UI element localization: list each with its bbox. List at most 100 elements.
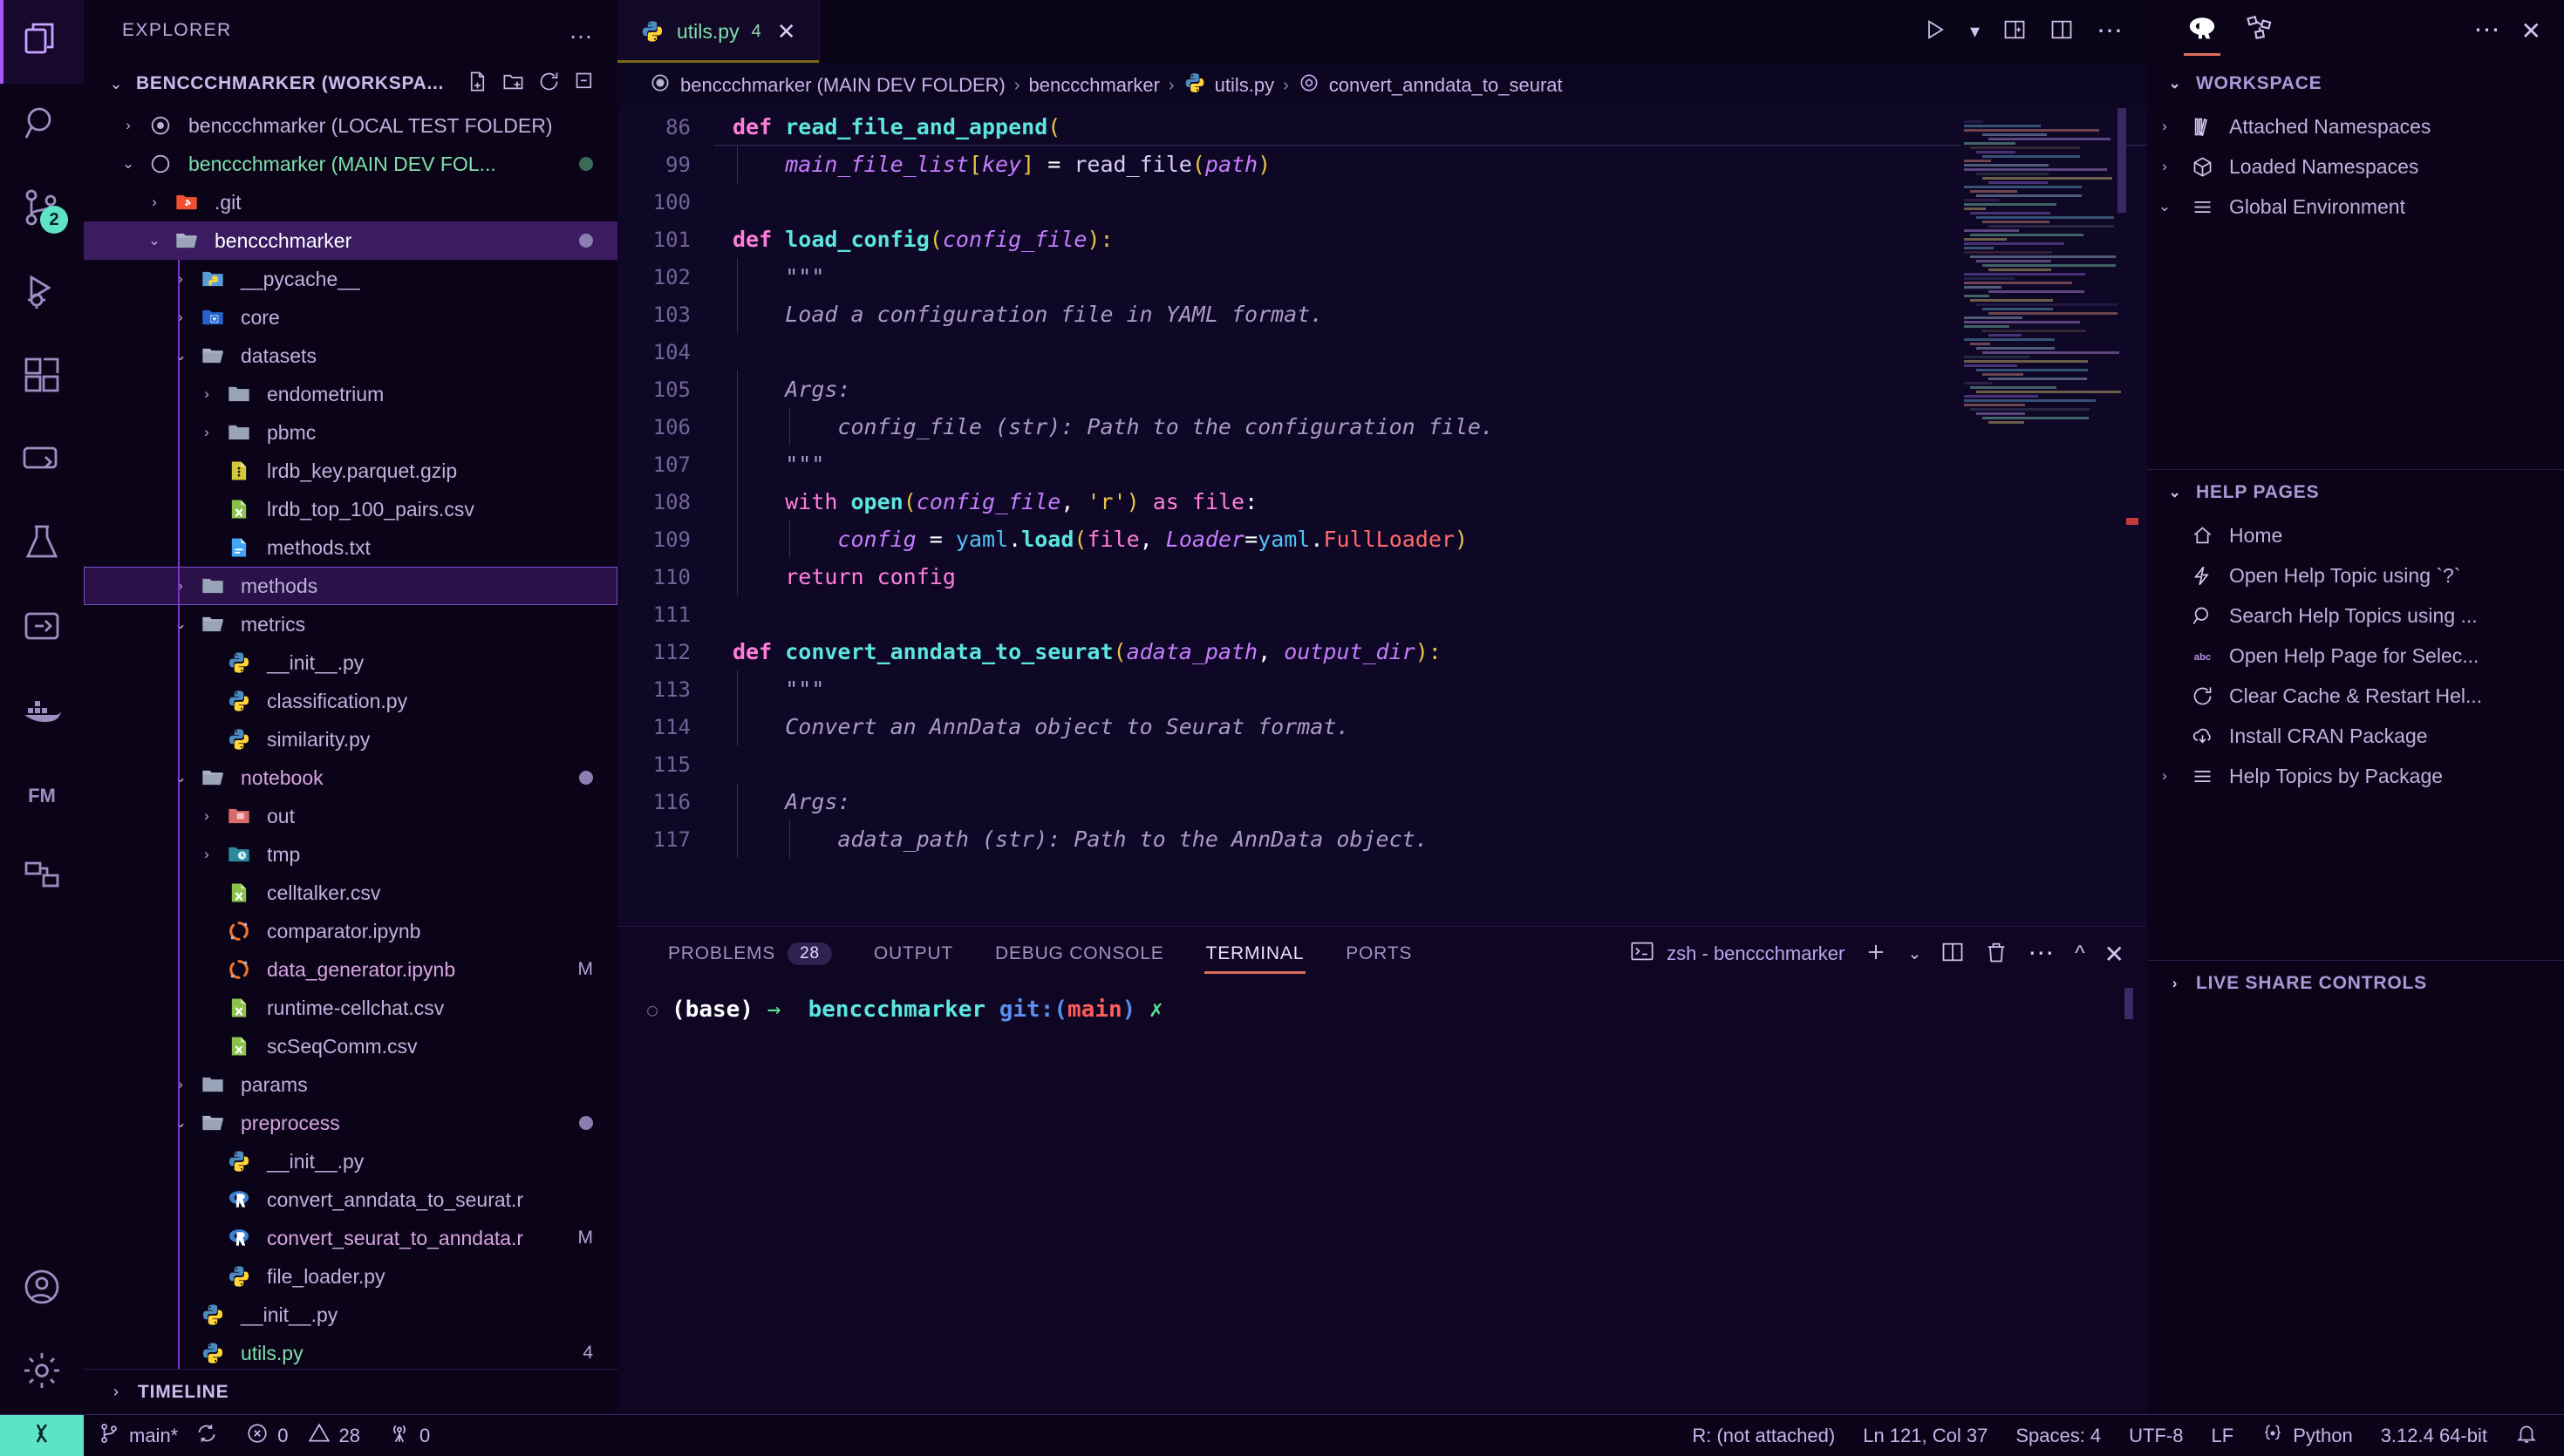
tree-row[interactable]: data_generator.ipynb M	[84, 950, 617, 989]
workspace-section-header[interactable]: ⌄ BENCCCHMARKER (WORKSPA...	[84, 61, 617, 106]
r-section-header[interactable]: ⌄ WORKSPACE	[2147, 61, 2564, 106]
tree-row[interactable]: ⌄ benccchmarker (MAIN DEV FOL...	[84, 145, 617, 183]
activity-item-settings[interactable]	[0, 1330, 84, 1414]
code-line[interactable]: 114 Convert an AnnData object to Seurat …	[617, 708, 2147, 745]
activity-item-testing[interactable]	[0, 502, 84, 586]
chevron-down-icon[interactable]: ⌄	[166, 769, 195, 786]
chevron-right-icon[interactable]: ›	[166, 270, 195, 288]
r-tree-row[interactable]: › Help Topics by Package	[2147, 756, 2564, 796]
activity-item-extensions[interactable]	[0, 335, 84, 418]
chevron-right-icon[interactable]: ›	[2147, 767, 2182, 785]
chevron-right-icon[interactable]: ›	[166, 577, 195, 595]
tree-row[interactable]: › benccchmarker (LOCAL TEST FOLDER)	[84, 106, 617, 145]
r-graph-tab[interactable]	[2231, 0, 2288, 61]
tree-row[interactable]: methods.txt	[84, 528, 617, 567]
status-cursor-position[interactable]: Ln 121, Col 37	[1849, 1415, 2001, 1456]
r-workspace-tab[interactable]	[2173, 0, 2231, 61]
new-terminal-icon[interactable]	[1864, 940, 1888, 969]
terminal-selector[interactable]: zsh - benccchmarker	[1630, 939, 1845, 969]
code-editor[interactable]: 86 def read_file_and_append(99 main_file_…	[617, 108, 2147, 926]
status-indentation[interactable]: Spaces: 4	[2001, 1415, 2115, 1456]
r-tree-row[interactable]: abc Open Help Page for Selec...	[2147, 636, 2564, 676]
close-icon[interactable]: ✕	[774, 20, 796, 43]
chevron-right-icon[interactable]: ›	[2163, 975, 2187, 992]
r-tree-row[interactable]: Open Help Topic using `?`	[2147, 555, 2564, 595]
chevron-down-icon[interactable]: ⌄	[113, 155, 143, 173]
tree-row[interactable]: › endometrium	[84, 375, 617, 413]
tab-debug-console[interactable]: DEBUG CONSOLE	[974, 927, 1185, 981]
chevron-down-icon[interactable]: ⌄	[166, 347, 195, 364]
tree-row[interactable]: ⌄ preprocess	[84, 1104, 617, 1142]
activity-item-source-control[interactable]: 2	[0, 167, 84, 251]
tree-row[interactable]: ⌄ datasets	[84, 337, 617, 375]
tab-problems[interactable]: PROBLEMS 28	[647, 927, 853, 981]
tree-row[interactable]: celltalker.csv	[84, 874, 617, 912]
activity-item-r-workspace[interactable]	[0, 837, 84, 921]
more-actions-icon[interactable]: ⋯	[2097, 18, 2124, 44]
code-line[interactable]: 102 """	[617, 258, 2147, 296]
chevron-down-icon[interactable]: ⌄	[166, 1114, 195, 1132]
r-tree-row[interactable]: › Attached Namespaces	[2147, 106, 2564, 146]
code-line[interactable]: 104	[617, 333, 2147, 371]
chevron-right-icon[interactable]: ›	[140, 194, 169, 211]
terminal-output[interactable]: ○ (base) → benccchmarker git:( main ) ✗	[617, 981, 2147, 1414]
kill-terminal-icon[interactable]	[1984, 940, 2008, 969]
close-panel-icon[interactable]: ✕	[2104, 940, 2124, 969]
code-line[interactable]: 115	[617, 745, 2147, 783]
terminal-scrollbar[interactable]	[2124, 988, 2133, 1019]
chevron-right-icon[interactable]: ›	[166, 309, 195, 326]
chevron-down-icon[interactable]: ⌄	[1907, 944, 1921, 964]
split-terminal-icon[interactable]	[1940, 940, 1965, 969]
breadcrumb-item-symbol[interactable]: convert_anndata_to_seurat	[1298, 71, 1563, 99]
r-tree-row[interactable]: Install CRAN Package	[2147, 716, 2564, 756]
tree-row[interactable]: runtime-cellchat.csv	[84, 989, 617, 1027]
chevron-down-icon[interactable]: ▾	[1970, 20, 1980, 43]
activity-item-search[interactable]	[0, 84, 84, 167]
activity-item-file-manager[interactable]: FM	[0, 753, 84, 837]
tree-row[interactable]: › tmp	[84, 835, 617, 874]
code-line[interactable]: 117 adata_path (str): Path to the AnnDat…	[617, 820, 2147, 858]
tab-terminal[interactable]: TERMINAL	[1185, 927, 1326, 981]
sidebar-more-icon[interactable]: …	[569, 18, 595, 43]
tree-row[interactable]: › params	[84, 1065, 617, 1104]
activity-item-explorer[interactable]	[0, 0, 84, 84]
close-icon[interactable]: ✕	[2521, 17, 2541, 45]
tree-row[interactable]: classification.py	[84, 682, 617, 720]
status-problems[interactable]: 0 28	[232, 1415, 374, 1456]
status-branch[interactable]: main*	[84, 1415, 232, 1456]
tree-row[interactable]: __init__.py	[84, 1142, 617, 1180]
maximize-panel-icon[interactable]: ^	[2075, 942, 2084, 966]
more-actions-icon[interactable]: ⋯	[2028, 941, 2056, 967]
chevron-right-icon[interactable]: ›	[192, 807, 222, 825]
chevron-down-icon[interactable]: ⌄	[2163, 75, 2187, 92]
tree-row[interactable]: scSeqComm.csv	[84, 1027, 617, 1065]
r-tree-row[interactable]: Search Help Topics using ...	[2147, 595, 2564, 636]
tab-ports[interactable]: PORTS	[1325, 927, 1433, 981]
r-tree-row[interactable]: › Loaded Namespaces	[2147, 146, 2564, 187]
status-ports[interactable]: 0	[374, 1415, 444, 1456]
activity-item-run-and-debug[interactable]	[0, 251, 84, 335]
code-line[interactable]: 113 """	[617, 670, 2147, 708]
code-line[interactable]: 99 main_file_list[key] = read_file(path)	[617, 146, 2147, 183]
code-line[interactable]: 105 Args:	[617, 371, 2147, 408]
status-notifications[interactable]	[2501, 1415, 2552, 1456]
tree-row[interactable]: similarity.py	[84, 720, 617, 759]
code-lines[interactable]: 86 def read_file_and_append(99 main_file_…	[617, 108, 2147, 858]
breadcrumb-item-folder[interactable]: benccchmarker (MAIN DEV FOLDER)	[649, 71, 1006, 99]
timeline-section-header[interactable]: › TIMELINE	[84, 1369, 617, 1414]
tab-output[interactable]: OUTPUT	[853, 927, 974, 981]
status-eol[interactable]: LF	[2198, 1415, 2248, 1456]
code-line[interactable]: 110 return config	[617, 558, 2147, 595]
chevron-right-icon[interactable]: ›	[103, 1383, 129, 1401]
activity-item-remote-explorer[interactable]	[0, 418, 84, 502]
tree-row[interactable]: convert_seurat_to_anndata.r M	[84, 1219, 617, 1257]
tree-row[interactable]: ⌄ benccchmarker	[84, 221, 617, 260]
file-tree[interactable]: › benccchmarker (LOCAL TEST FOLDER) ⌄ bencc…	[84, 106, 617, 1369]
collapse-all-icon[interactable]	[573, 70, 597, 98]
tree-row[interactable]: › __pycache__	[84, 260, 617, 298]
chevron-right-icon[interactable]: ›	[192, 424, 222, 441]
status-r-attachment[interactable]: R: (not attached)	[1678, 1415, 1849, 1456]
tree-row[interactable]: ⌄ metrics	[84, 605, 617, 643]
toggle-layout-icon[interactable]	[2049, 17, 2074, 46]
r-section-header[interactable]: ⌄ HELP PAGES	[2147, 470, 2564, 515]
